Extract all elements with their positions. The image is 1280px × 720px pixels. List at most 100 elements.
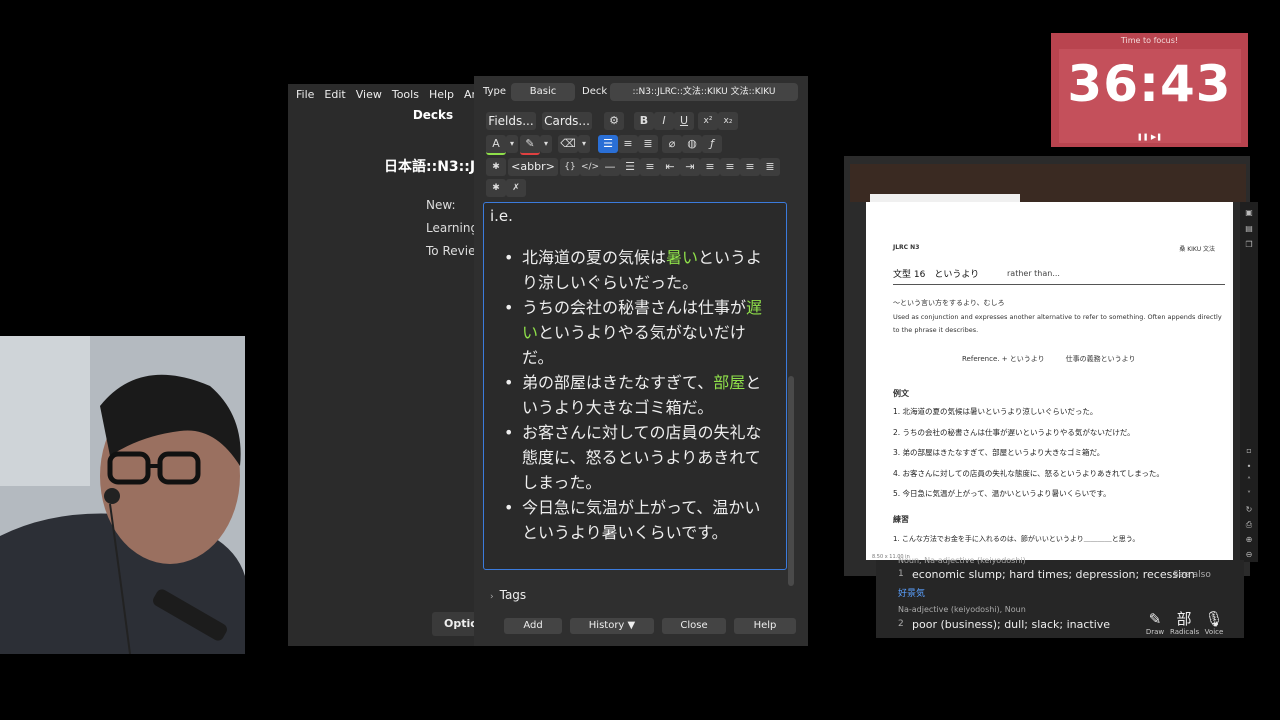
draw-tool[interactable]: ✎ Draw bbox=[1141, 610, 1169, 636]
thumbnail-icon[interactable]: ▣ bbox=[1244, 208, 1254, 218]
timer-controls[interactable]: ❚❚ ▶❚ bbox=[1051, 133, 1248, 141]
attachment-icon[interactable]: ⌀ bbox=[662, 135, 682, 153]
notetype-selector[interactable]: Basic bbox=[511, 83, 575, 101]
horizontal-rule-icon[interactable]: — bbox=[600, 158, 620, 176]
deck-label: Deck bbox=[582, 86, 608, 97]
pdf-examples-title: 例文 bbox=[893, 389, 909, 398]
braces-icon[interactable]: {} bbox=[560, 158, 580, 176]
pdf-line-1: 〜という言い方をするより、むしろ bbox=[893, 299, 1005, 307]
code-icon[interactable]: </> bbox=[580, 158, 600, 176]
stat-learning: Learning bbox=[426, 221, 479, 235]
highlighted-word: 部屋 bbox=[713, 373, 746, 392]
deck-name: 日本語::N3::JL bbox=[384, 159, 484, 175]
underline-icon[interactable]: U bbox=[674, 112, 694, 130]
eraser-icon[interactable]: ⌫ bbox=[558, 135, 578, 153]
cloze-add-icon[interactable]: ✱ bbox=[486, 179, 506, 197]
chevron-down-icon[interactable]: ▾ bbox=[540, 135, 552, 153]
dot-icon[interactable]: • bbox=[1244, 462, 1254, 472]
stat-new: New: bbox=[426, 198, 456, 212]
voice-tool[interactable]: 🎙 Voice bbox=[1200, 610, 1228, 636]
add-button[interactable]: Add bbox=[504, 618, 562, 634]
menu-file[interactable]: File bbox=[296, 88, 314, 106]
chevron-up-icon[interactable]: ˄ bbox=[1244, 476, 1254, 486]
pdf-practice-1: 1. こんな方法でお金を手に入れるのは、節がいいというより＿＿＿＿と思う。 bbox=[893, 535, 1140, 543]
webcam-feed bbox=[0, 336, 245, 654]
pdf-example: 5. 今日急に気温が上がって、温かいというより暑いくらいです。 bbox=[893, 489, 1111, 498]
pdf-line-2: Used as conjunction and expresses anothe… bbox=[893, 313, 1222, 321]
deck-selector[interactable]: ::N3::JLRC::文法::KIKU 文法::KIKU bbox=[610, 83, 798, 101]
highlighted-word: 暑い bbox=[666, 248, 699, 267]
microphone-icon[interactable]: ◍ bbox=[682, 135, 702, 153]
radicals-tool[interactable]: 部 Radicals bbox=[1170, 610, 1199, 636]
bold-icon[interactable]: B bbox=[634, 112, 654, 130]
fields-button[interactable]: Fields... bbox=[486, 112, 536, 130]
editor-scrollbar[interactable] bbox=[788, 376, 794, 586]
dict-see-also: See also bbox=[1173, 570, 1211, 580]
pdf-reference: Reference. + というより 仕事の義務というより bbox=[962, 355, 1136, 363]
pdf-practice-title: 練習 bbox=[893, 515, 909, 524]
radical-icon: 部 bbox=[1176, 610, 1192, 628]
bullet-list-icon[interactable]: ☰ bbox=[598, 135, 618, 153]
anki-menubar: File Edit View Tools Help Anki bbox=[288, 84, 488, 106]
pdf-header-right: 桑 KIKU 文法 bbox=[1179, 246, 1215, 253]
page-number-icon[interactable]: ▫ bbox=[1244, 446, 1254, 456]
pdf-sidebar: ▣ ▤ ❐ ▫ • ˄ ˅ ↻ ⎙ ⊕ ⊖ bbox=[1240, 202, 1258, 562]
gear-icon[interactable]: ⚙ bbox=[604, 112, 624, 130]
cards-button[interactable]: Cards... bbox=[542, 112, 592, 130]
help-button[interactable]: Help bbox=[734, 618, 796, 634]
text-color-icon[interactable]: A bbox=[486, 135, 506, 155]
ordered-list-icon[interactable]: ≡ bbox=[640, 158, 660, 176]
menu-tools[interactable]: Tools bbox=[392, 88, 419, 106]
italic-icon[interactable]: I bbox=[654, 112, 674, 130]
timer-label: Time to focus! bbox=[1120, 36, 1179, 45]
dict-see-also-link[interactable]: 好景気 bbox=[898, 586, 925, 599]
chevron-down-icon[interactable]: ˅ bbox=[1244, 490, 1254, 500]
align-right-icon[interactable]: ≡ bbox=[740, 158, 760, 176]
unordered-list-icon[interactable]: ☰ bbox=[620, 158, 640, 176]
clear-format-icon[interactable]: ✗ bbox=[506, 179, 526, 197]
rotate-icon[interactable]: ↻ bbox=[1244, 505, 1254, 515]
dict-def-1: economic slump; hard times; depression; … bbox=[912, 568, 1195, 581]
webcam-person-image bbox=[0, 336, 245, 654]
sentence-item: お客さんに対しての店員の失礼な態度に、怒るというよりあきれてしまった。 bbox=[500, 420, 776, 495]
abbr-button[interactable]: <abbr> bbox=[508, 158, 558, 176]
cloze-icon[interactable]: ✱ bbox=[486, 158, 506, 176]
indent-icon[interactable]: ⇥ bbox=[680, 158, 700, 176]
chevron-down-icon[interactable]: ▾ bbox=[578, 135, 590, 153]
menu-help[interactable]: Help bbox=[429, 88, 454, 106]
sentence-item: うちの会社の秘書さんは仕事が遅いというよりやる気がないだけだ。 bbox=[500, 295, 776, 370]
dict-pos-2: Na-adjective (keiyodoshi), Noun bbox=[898, 605, 1026, 614]
copy-icon[interactable]: ❐ bbox=[1244, 240, 1254, 250]
sentence-item: 今日急に気温が上がって、温かいというより暑いくらいです。 bbox=[500, 495, 776, 545]
chevron-down-icon[interactable]: ▾ bbox=[506, 135, 518, 153]
print-icon[interactable]: ⎙ bbox=[1244, 520, 1254, 530]
menu-edit[interactable]: Edit bbox=[324, 88, 345, 106]
superscript-icon[interactable]: x² bbox=[698, 112, 718, 130]
focus-timer: Time to focus! 36:43 ❚❚ ▶❚ bbox=[1051, 33, 1248, 147]
field-label: i.e. bbox=[490, 207, 513, 225]
align-left-icon[interactable]: ≡ bbox=[720, 158, 740, 176]
zoom-out-icon[interactable]: ⊖ bbox=[1244, 550, 1254, 560]
align-icon[interactable]: ≣ bbox=[638, 135, 658, 153]
subscript-icon[interactable]: x₂ bbox=[718, 112, 738, 130]
align-center-icon[interactable]: ≡ bbox=[700, 158, 720, 176]
function-icon[interactable]: ƒ bbox=[702, 135, 722, 153]
close-button[interactable]: Close bbox=[662, 618, 726, 634]
zoom-in-icon[interactable]: ⊕ bbox=[1244, 535, 1254, 545]
pdf-previous-page bbox=[850, 164, 1246, 202]
dict-def-1-number: 1 bbox=[898, 569, 904, 579]
menu-view[interactable]: View bbox=[356, 88, 382, 106]
justify-icon[interactable]: ≣ bbox=[760, 158, 780, 176]
stat-review: To Revie bbox=[426, 244, 476, 258]
pdf-heading: 文型 16 というより bbox=[893, 270, 980, 280]
history-button[interactable]: History ▼ bbox=[570, 618, 654, 634]
sentence-item: 弟の部屋はきたなすぎて、部屋というより大きなゴミ箱だ。 bbox=[500, 370, 776, 420]
numbered-list-icon[interactable]: ≡ bbox=[618, 135, 638, 153]
outdent-icon[interactable]: ⇤ bbox=[660, 158, 680, 176]
pdf-page[interactable]: JLRC N3 桑 KIKU 文法 文型 16 というより rather tha… bbox=[866, 202, 1233, 560]
tags-toggle[interactable]: › Tags bbox=[490, 588, 526, 602]
highlight-color-icon[interactable]: ✎ bbox=[520, 135, 540, 155]
pdf-example: 1. 北海道の夏の気候は暑いというより涼しいぐらいだった。 bbox=[893, 407, 1098, 416]
bookmark-icon[interactable]: ▤ bbox=[1244, 224, 1254, 234]
field-editor[interactable]: i.e. 北海道の夏の気候は暑いというより涼しいぐらいだった。 うちの会社の秘書… bbox=[483, 202, 787, 570]
